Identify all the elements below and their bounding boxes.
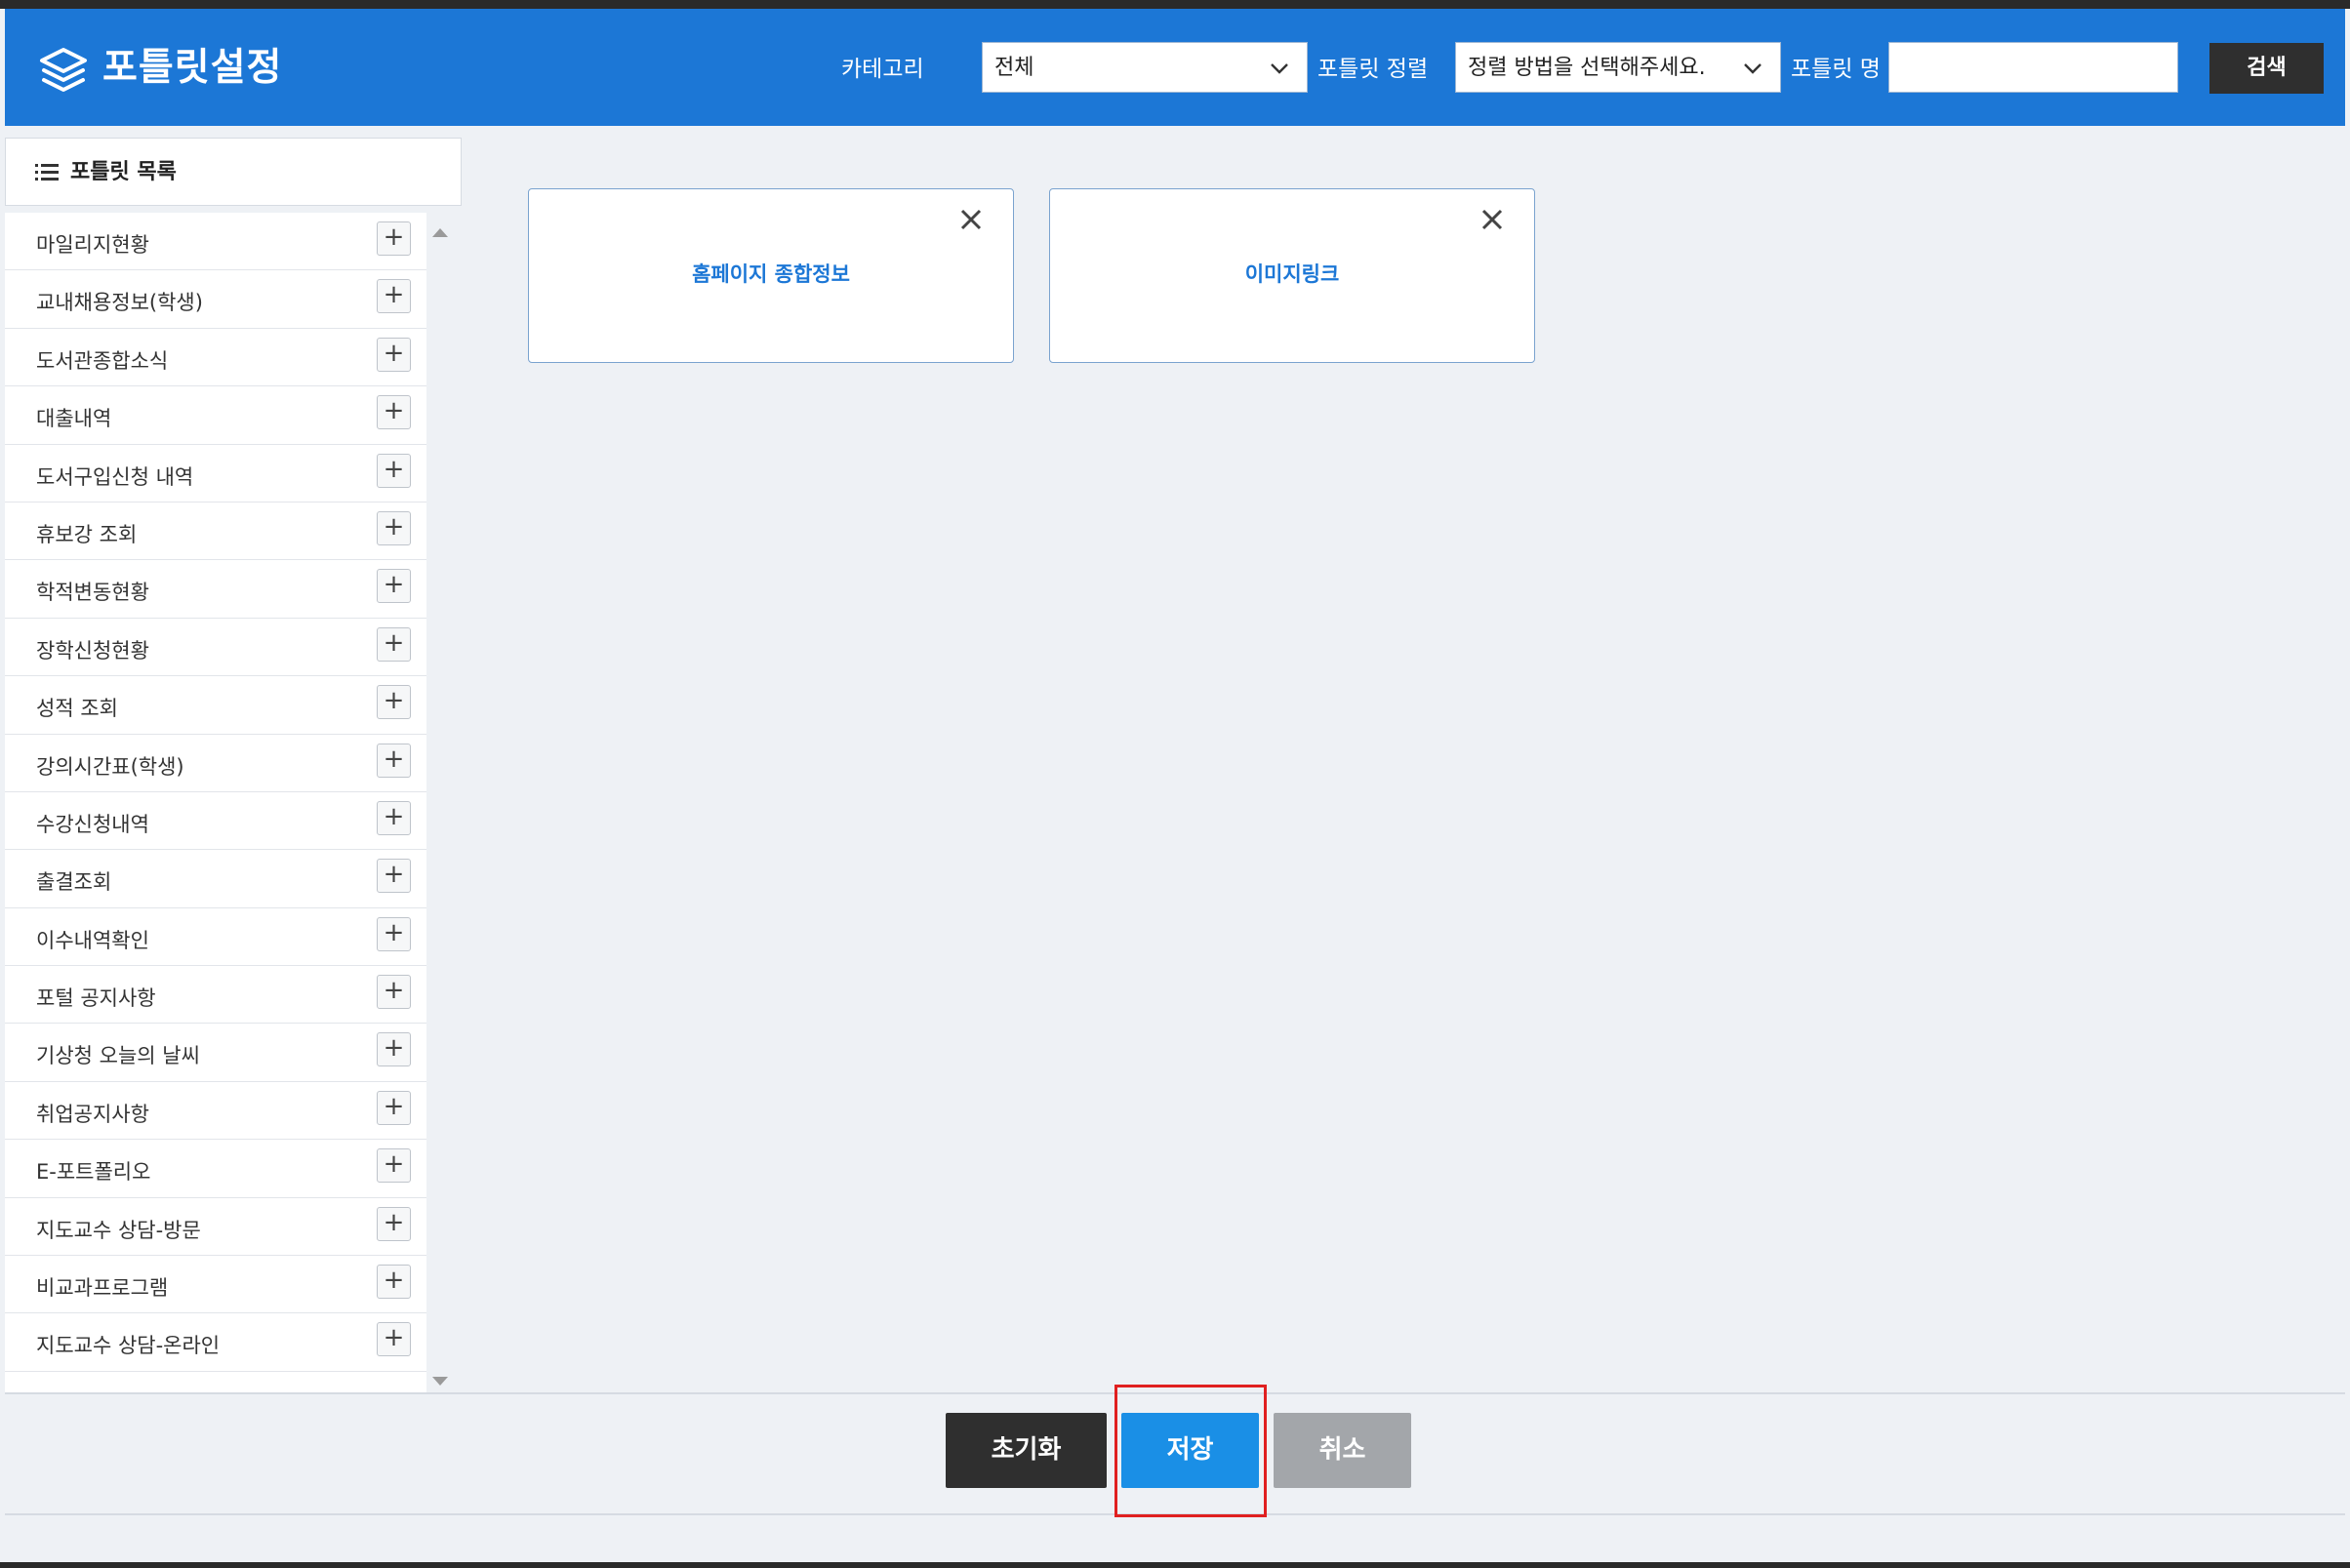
list-item-label: 강의시간표(학생): [36, 754, 184, 779]
list-item[interactable]: 수강신청내역 +: [5, 792, 426, 851]
page-title: 포틀릿설정: [102, 46, 283, 90]
list-item[interactable]: 포털 공지사항 +: [5, 966, 426, 1025]
list-item[interactable]: 휴보강 조회 +: [5, 503, 426, 561]
portlet-list-title: 포틀릿 목록: [70, 160, 177, 184]
add-portlet-button[interactable]: +: [377, 626, 411, 662]
category-select[interactable]: 전체: [982, 42, 1308, 93]
list-item-label: 도서구입신청 내역: [36, 464, 194, 489]
list-icon: [35, 164, 59, 181]
list-item[interactable]: 취업공지사항 +: [5, 1082, 426, 1141]
portlet-card[interactable]: 홈페이지 종합정보: [528, 188, 1014, 363]
close-icon[interactable]: [1479, 207, 1505, 232]
list-item-label: 기상청 오늘의 날씨: [36, 1044, 200, 1068]
list-item-label: 학적변동현황: [36, 581, 149, 605]
list-item[interactable]: 도서구입신청 내역 +: [5, 445, 426, 503]
add-portlet-button[interactable]: +: [377, 916, 411, 951]
list-item-label: 이수내역확인: [36, 928, 149, 952]
add-portlet-button[interactable]: +: [377, 685, 411, 720]
chevron-down-icon: [1271, 63, 1288, 74]
add-portlet-button[interactable]: +: [377, 221, 411, 256]
portlet-card[interactable]: 이미지링크: [1049, 188, 1535, 363]
add-portlet-button[interactable]: +: [377, 975, 411, 1010]
list-item-label: 휴보강 조회: [36, 522, 138, 546]
header-bar: 포틀릿설정 카테고리 전체 포틀릿 정렬 정렬 방법을 선택해주세요. 포틀릿 …: [5, 9, 2345, 126]
list-item[interactable]: 장학신청현황 +: [5, 619, 426, 677]
list-item[interactable]: 도서관종합소식 +: [5, 329, 426, 387]
category-label: 카테고리: [841, 57, 924, 82]
list-item[interactable]: 성적 조회 +: [5, 676, 426, 735]
list-item[interactable]: 출결조회 +: [5, 850, 426, 908]
list-item-label: 성적 조회: [36, 697, 118, 721]
layers-icon: [40, 48, 87, 92]
list-item[interactable]: 지도교수 상담-온라인 +: [5, 1313, 426, 1372]
list-item-label: 비교과프로그램: [36, 1276, 169, 1301]
list-item[interactable]: 기상청 오늘의 날씨 +: [5, 1024, 426, 1082]
list-item-label: 대출내역: [36, 407, 112, 431]
add-portlet-button[interactable]: +: [377, 337, 411, 372]
add-portlet-button[interactable]: +: [377, 279, 411, 314]
list-item-label: 취업공지사항: [36, 1102, 149, 1126]
portlet-name-input[interactable]: [1888, 42, 2178, 93]
portlet-name-label: 포틀릿 명: [1791, 57, 1881, 82]
list-item-label: 수강신청내역: [36, 812, 149, 836]
add-portlet-button[interactable]: +: [377, 1265, 411, 1300]
list-item[interactable]: 지도교수 상담-방문 +: [5, 1198, 426, 1257]
portlet-settings-window: 포틀릿설정 카테고리 전체 포틀릿 정렬 정렬 방법을 선택해주세요. 포틀릿 …: [0, 9, 2350, 1562]
sort-label: 포틀릿 정렬: [1317, 57, 1429, 82]
scroll-down-arrow-icon[interactable]: [432, 1377, 448, 1386]
add-portlet-button[interactable]: +: [377, 569, 411, 604]
add-portlet-button[interactable]: +: [377, 743, 411, 778]
list-item-label: 교내채용정보(학생): [36, 291, 203, 315]
list-item-label: 마일리지현황: [36, 233, 149, 257]
add-portlet-button[interactable]: +: [377, 1148, 411, 1184]
portlet-list-header: 포틀릿 목록: [5, 138, 462, 206]
add-portlet-button[interactable]: +: [377, 1322, 411, 1357]
add-portlet-button[interactable]: +: [377, 800, 411, 835]
portlet-card-name: 이미지링크: [1244, 262, 1340, 286]
category-select-value: 전체: [994, 56, 1034, 80]
list-item-label: 출결조회: [36, 870, 112, 895]
list-item-label: 장학신청현황: [36, 638, 149, 663]
add-portlet-button[interactable]: +: [377, 453, 411, 488]
list-item[interactable]: 대출내역 +: [5, 386, 426, 445]
list-item-label: 지도교수 상담-방문: [36, 1218, 201, 1242]
scroll-up-arrow-icon[interactable]: [432, 228, 448, 237]
list-item-label: 포털 공지사항: [36, 986, 156, 1011]
list-item-label: E-포트폴리오: [36, 1160, 151, 1185]
add-portlet-button[interactable]: +: [377, 1206, 411, 1241]
add-portlet-button[interactable]: +: [377, 395, 411, 430]
close-icon[interactable]: [958, 207, 984, 232]
reset-button[interactable]: 초기화: [946, 1413, 1107, 1488]
cancel-button[interactable]: 취소: [1274, 1413, 1411, 1488]
list-item-label: 지도교수 상담-온라인: [36, 1334, 221, 1358]
search-button[interactable]: 검색: [2209, 43, 2324, 94]
list-item[interactable]: 강의시간표(학생) +: [5, 735, 426, 792]
add-portlet-button[interactable]: +: [377, 1090, 411, 1125]
save-button-highlight: [1114, 1385, 1267, 1517]
portlet-card-name: 홈페이지 종합정보: [692, 262, 850, 286]
add-portlet-button[interactable]: +: [377, 859, 411, 894]
list-scrollbar[interactable]: [426, 213, 454, 1393]
sort-select-value: 정렬 방법을 선택해주세요.: [1468, 56, 1706, 80]
list-item[interactable]: 학적변동현황 +: [5, 560, 426, 619]
list-item-label: 도서관종합소식: [36, 348, 169, 373]
list-item[interactable]: E-포트폴리오 +: [5, 1140, 426, 1198]
chevron-down-icon: [1744, 63, 1762, 74]
add-portlet-button[interactable]: +: [377, 510, 411, 545]
add-portlet-button[interactable]: +: [377, 1032, 411, 1067]
list-item[interactable]: 이수내역확인 +: [5, 908, 426, 967]
list-item[interactable]: 비교과프로그램 +: [5, 1256, 426, 1314]
portlet-list: 마일리지현황 + 교내채용정보(학생) + 도서관종합소식 + 대출내역 + 도서구입신청 내역…: [5, 213, 426, 1393]
list-item[interactable]: 교내채용정보(학생) +: [5, 270, 426, 329]
sort-select[interactable]: 정렬 방법을 선택해주세요.: [1455, 42, 1781, 93]
list-item[interactable]: 마일리지현황 +: [5, 213, 426, 271]
